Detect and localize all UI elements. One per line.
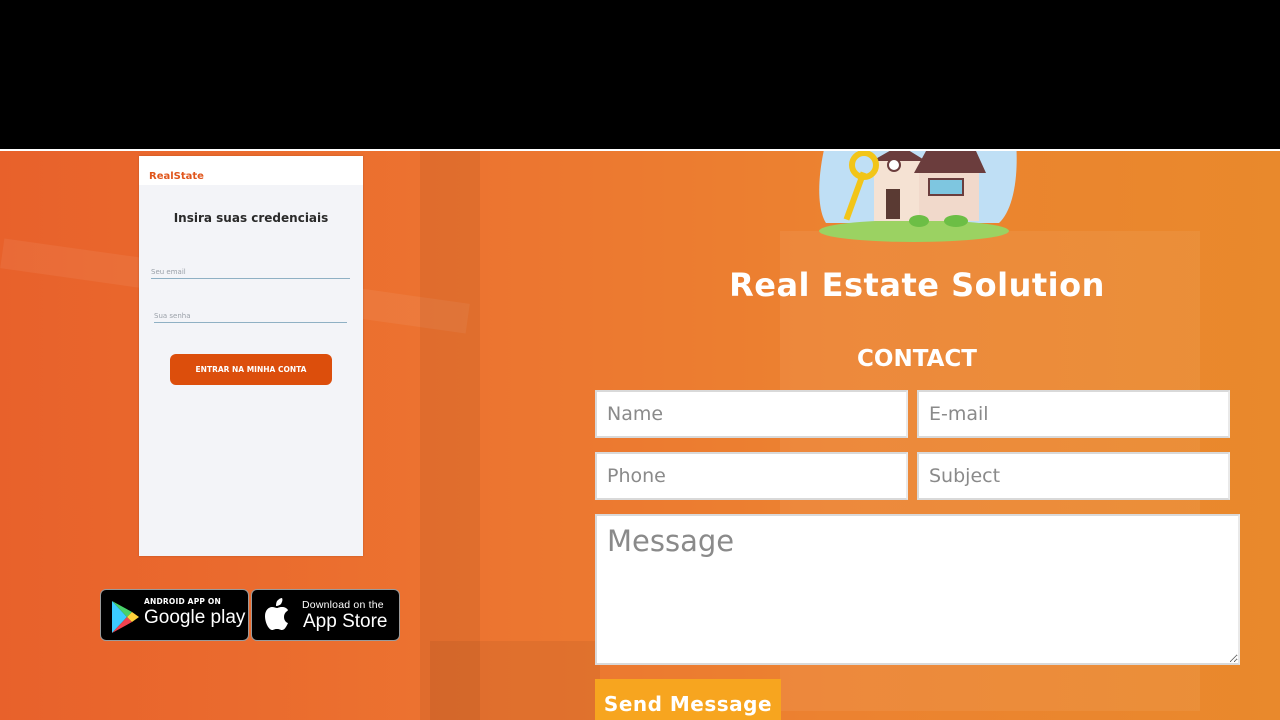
email-input[interactable] [917,390,1230,438]
message-textarea[interactable] [595,514,1240,665]
phone-header: RealState [139,156,363,185]
background-desk [430,641,600,720]
phone-brand-logo: RealState [149,171,204,182]
phone-login-button: ENTRAR NA MINHA CONTA [170,354,332,385]
phone-email-field: Seu email [151,268,350,279]
contact-title: CONTACT [857,346,977,372]
google-play-small-text: ANDROID APP ON [144,597,221,606]
phone-password-field: Sua senha [154,312,347,323]
phone-input[interactable] [595,452,908,500]
name-input[interactable] [595,390,908,438]
brand-title: Real Estate Solution [729,266,1105,304]
app-store-big-text: App Store [303,611,388,632]
google-play-big-text: Google play [144,607,246,628]
google-play-icon [112,601,139,633]
background-window-frame [420,151,480,720]
house-key-icon [819,151,1017,242]
app-store-badge[interactable]: Download on the App Store [251,589,400,641]
phone-mockup: RealState Insira suas credenciais Seu em… [139,156,363,556]
send-message-button[interactable]: Send Message [595,679,781,720]
google-play-badge[interactable]: ANDROID APP ON Google play [100,589,249,641]
top-black-bar [0,0,1280,149]
hero-section: RealState Insira suas credenciais Seu em… [0,151,1280,720]
app-store-small-text: Download on the [302,599,384,611]
apple-icon [265,598,288,630]
subject-input[interactable] [917,452,1230,500]
phone-login-title: Insira suas credenciais [173,211,329,225]
